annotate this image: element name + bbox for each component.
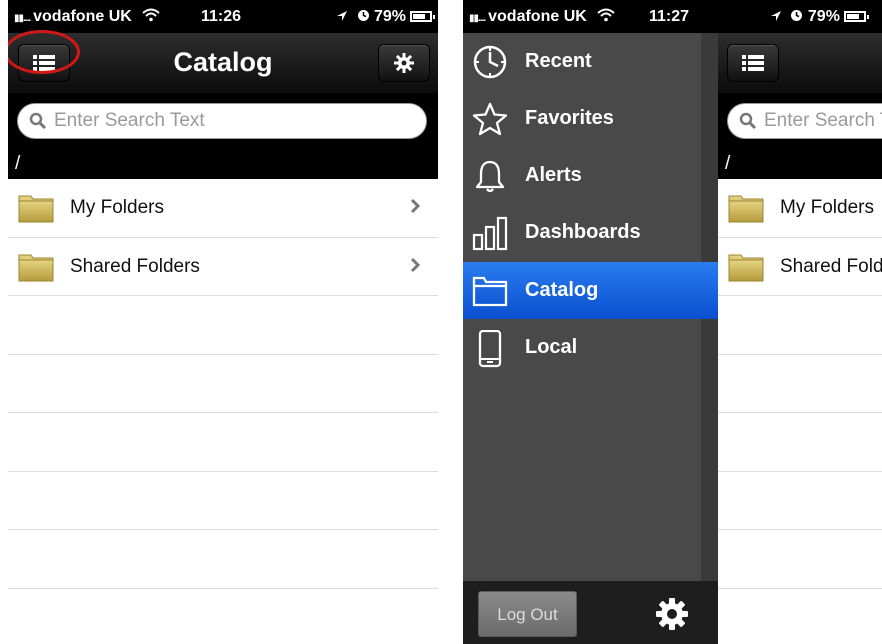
- battery-icon: [410, 11, 435, 22]
- battery-icon: [843, 11, 869, 22]
- gear-icon: [394, 53, 414, 73]
- menu-item-catalog[interactable]: Catalog: [463, 262, 718, 319]
- chevron-right-icon: [410, 257, 420, 272]
- list-item-shared-folders[interactable]: Shared Folders: [718, 238, 882, 296]
- empty-row: [718, 530, 882, 589]
- menu-item-dashboards[interactable]: Dashboards: [463, 204, 718, 261]
- search-box[interactable]: [17, 103, 427, 139]
- search-icon: [29, 112, 47, 130]
- menu-item-label: Favorites: [525, 107, 614, 129]
- folder-icon: [18, 254, 54, 281]
- folder-icon: [728, 195, 764, 223]
- list-item-my-folders[interactable]: My Folders: [718, 179, 882, 238]
- menu-item-label: Dashboards: [525, 221, 641, 243]
- nav-bar: [718, 33, 882, 93]
- folder-icon: [728, 254, 764, 281]
- search-box[interactable]: [727, 103, 882, 139]
- folder-list: My Folders Shared Folders: [718, 179, 882, 589]
- search-area: [718, 93, 882, 151]
- clock-icon: [473, 45, 507, 79]
- phone-icon: [478, 330, 502, 368]
- empty-row: [718, 472, 882, 530]
- page-title: Catalog: [173, 47, 273, 77]
- wifi-icon: [142, 8, 160, 22]
- search-area: [8, 93, 438, 151]
- carrier-name: vodafone UK: [33, 8, 132, 25]
- menu-item-recent[interactable]: Recent: [463, 33, 718, 90]
- list-icon: [742, 55, 764, 71]
- menu-item-favorites[interactable]: Favorites: [463, 90, 718, 147]
- location-arrow-icon: [771, 11, 781, 21]
- list-item-label: My Folders: [780, 197, 874, 218]
- bar-chart-icon: [472, 216, 508, 251]
- bell-icon: [475, 160, 505, 193]
- menu-item-alerts[interactable]: Alerts: [463, 147, 718, 204]
- status-time: 11:26: [201, 8, 242, 25]
- list-item-my-folders[interactable]: My Folders: [8, 179, 438, 238]
- signal-icon: ▮▮....: [14, 13, 31, 24]
- path-breadcrumb: /: [718, 151, 882, 179]
- status-bar: ▮▮.... vodafone UK 11:27 79%: [463, 0, 882, 33]
- search-input[interactable]: [764, 108, 882, 134]
- side-menu: Recent Favorites Alerts Dashboards Catal…: [463, 33, 718, 644]
- logout-button[interactable]: Log Out: [478, 591, 577, 637]
- signal-icon: ▮▮....: [469, 13, 486, 24]
- folder-icon: [472, 276, 508, 307]
- clock-lock-icon: [357, 10, 369, 21]
- list-item-shared-folders[interactable]: Shared Folders: [8, 238, 438, 296]
- gear-icon[interactable]: [656, 598, 688, 630]
- location-arrow-icon: [337, 11, 348, 21]
- status-bar: ▮▮.... vodafone UK 11:26 79%: [8, 0, 438, 33]
- empty-row: [718, 413, 882, 472]
- empty-row: [718, 296, 882, 355]
- menu-item-label: Catalog: [525, 279, 599, 301]
- status-time: 11:27: [649, 8, 690, 25]
- empty-row: [8, 530, 438, 589]
- menu-item-label: Recent: [525, 50, 592, 72]
- path-breadcrumb: /: [8, 151, 438, 179]
- menu-item-label: Local: [525, 336, 578, 358]
- empty-row: [718, 355, 882, 413]
- menu-item-local[interactable]: Local: [463, 319, 718, 376]
- list-item-label: Shared Folders: [70, 255, 200, 277]
- menu-open-screen: ▮▮.... vodafone UK 11:27 79% Recent Favor…: [463, 0, 882, 644]
- empty-row: [8, 413, 438, 472]
- search-input[interactable]: [54, 108, 381, 134]
- star-icon: [472, 102, 508, 136]
- clock-lock-icon: [791, 10, 803, 21]
- list-item-label: My Folders: [70, 197, 164, 218]
- battery-percent: 79%: [807, 8, 840, 25]
- nav-bar: Catalog: [8, 30, 438, 93]
- catalog-screen: ▮▮....vodafone UK 11:26 79% Catalog / My…: [8, 0, 438, 644]
- menu-footer: Log Out: [463, 581, 718, 644]
- settings-button[interactable]: [378, 44, 430, 82]
- menu-button[interactable]: [727, 44, 779, 82]
- menu-item-label: Alerts: [525, 164, 582, 186]
- carrier-name: vodafone UK: [488, 8, 587, 25]
- catalog-peek: / My Folders Shared Folders: [718, 33, 882, 644]
- empty-row: [8, 472, 438, 530]
- empty-row: [8, 355, 438, 413]
- chevron-right-icon: [410, 198, 420, 214]
- empty-row: [8, 296, 438, 355]
- folder-list: My Folders Shared Folders: [8, 179, 438, 589]
- search-icon: [739, 112, 757, 130]
- list-item-label: Shared Folders: [780, 255, 882, 277]
- battery-percent: 79%: [373, 8, 406, 25]
- folder-icon: [18, 195, 54, 223]
- wifi-icon: [597, 8, 615, 22]
